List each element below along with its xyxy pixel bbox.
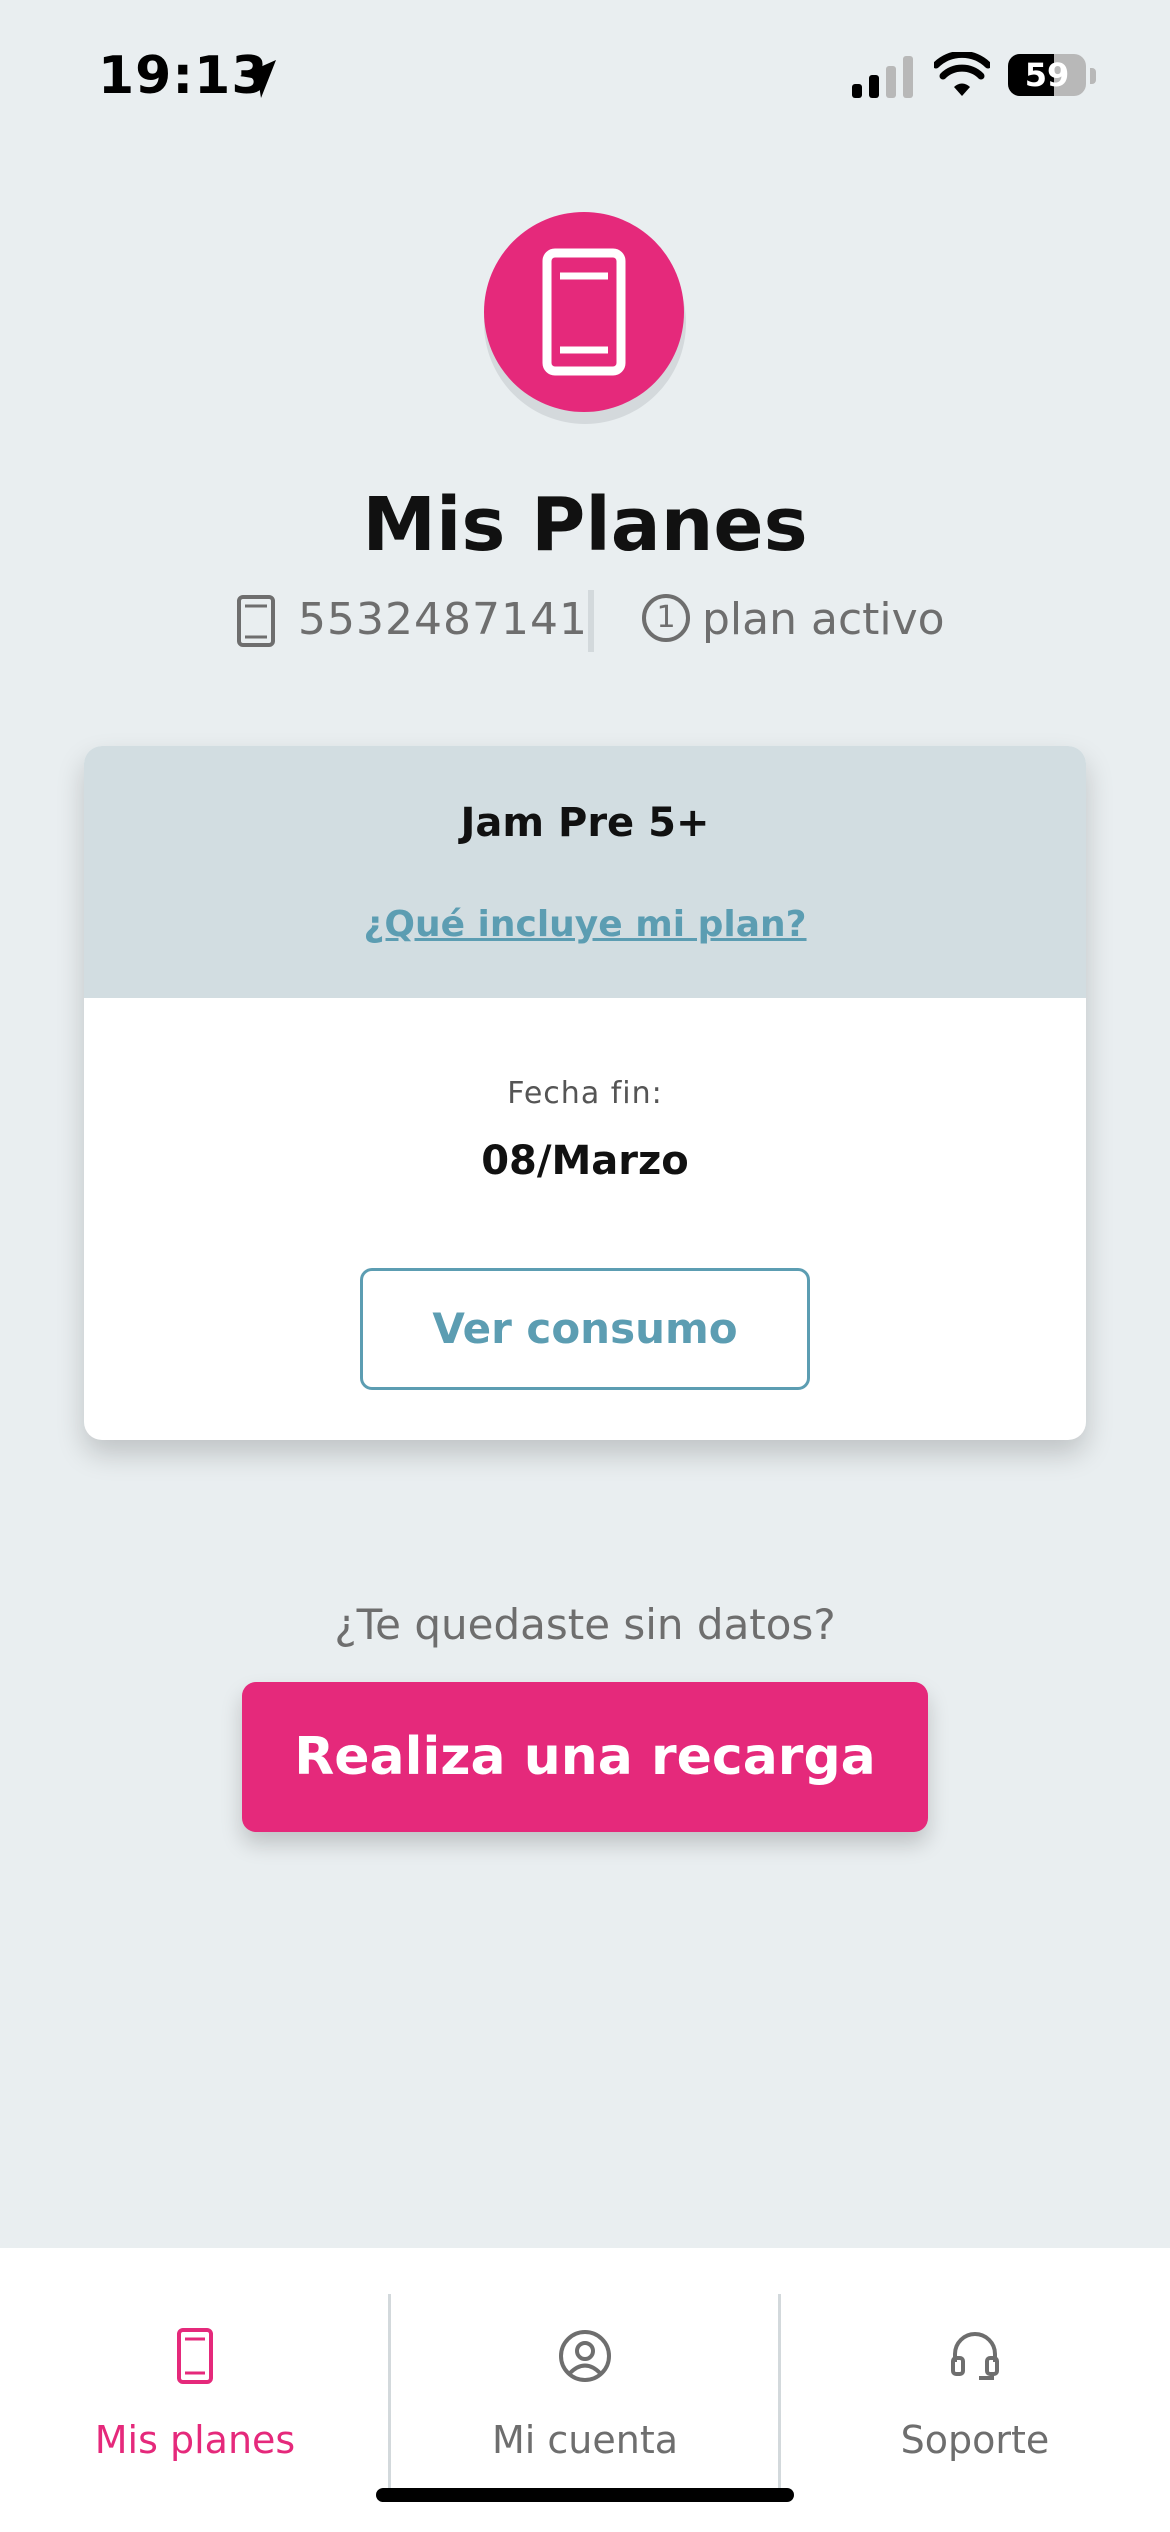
page-title: Mis Planes bbox=[362, 482, 808, 568]
headset-icon bbox=[951, 2332, 999, 2380]
phone-icon bbox=[542, 248, 626, 376]
nav-item-mis-planes[interactable]: Mis planes bbox=[0, 2248, 390, 2498]
divider bbox=[588, 590, 594, 652]
status-bar: 19:13 59 bbox=[0, 0, 1170, 150]
phone-icon bbox=[177, 2328, 213, 2384]
phone-number: 5532487141 bbox=[298, 594, 588, 645]
battery-tip bbox=[1090, 68, 1096, 84]
recharge-button[interactable]: Realiza una recarga bbox=[242, 1682, 928, 1832]
user-circle-icon bbox=[559, 2330, 611, 2382]
view-consumption-button[interactable]: Ver consumo bbox=[360, 1268, 810, 1390]
phone-icon bbox=[237, 595, 275, 647]
nav-label-mis-planes: Mis planes bbox=[94, 2418, 296, 2462]
cellular-signal-icon bbox=[852, 56, 913, 98]
battery-level: 59 bbox=[1024, 56, 1070, 94]
nav-label-soporte: Soporte bbox=[900, 2418, 1050, 2462]
plan-card-header: Jam Pre 5+ ¿Qué incluye mi plan? bbox=[84, 746, 1086, 998]
plan-name: Jam Pre 5+ bbox=[460, 800, 710, 846]
home-indicator bbox=[376, 2488, 794, 2502]
out-of-data-question: ¿Te quedaste sin datos? bbox=[334, 1600, 836, 1649]
wifi-icon bbox=[934, 52, 990, 96]
end-date-label: Fecha fin: bbox=[507, 1076, 663, 1111]
active-plan-count: 1 bbox=[642, 594, 690, 642]
location-arrow-icon bbox=[240, 60, 276, 98]
plan-details-link[interactable]: ¿Qué incluye mi plan? bbox=[84, 904, 1086, 945]
nav-label-mi-cuenta: Mi cuenta bbox=[491, 2418, 679, 2462]
active-plan-label: plan activo bbox=[702, 594, 945, 645]
battery-icon: 59 bbox=[1008, 54, 1086, 96]
nav-item-mi-cuenta[interactable]: Mi cuenta bbox=[390, 2248, 780, 2498]
plan-card: Jam Pre 5+ ¿Qué incluye mi plan? Fecha f… bbox=[84, 746, 1086, 1440]
plan-summary-row: 5532487141 1 plan activo bbox=[0, 590, 1170, 652]
nav-item-soporte[interactable]: Soporte bbox=[780, 2248, 1170, 2498]
header-phone-badge bbox=[484, 212, 684, 412]
end-date-value: 08/Marzo bbox=[481, 1138, 689, 1184]
